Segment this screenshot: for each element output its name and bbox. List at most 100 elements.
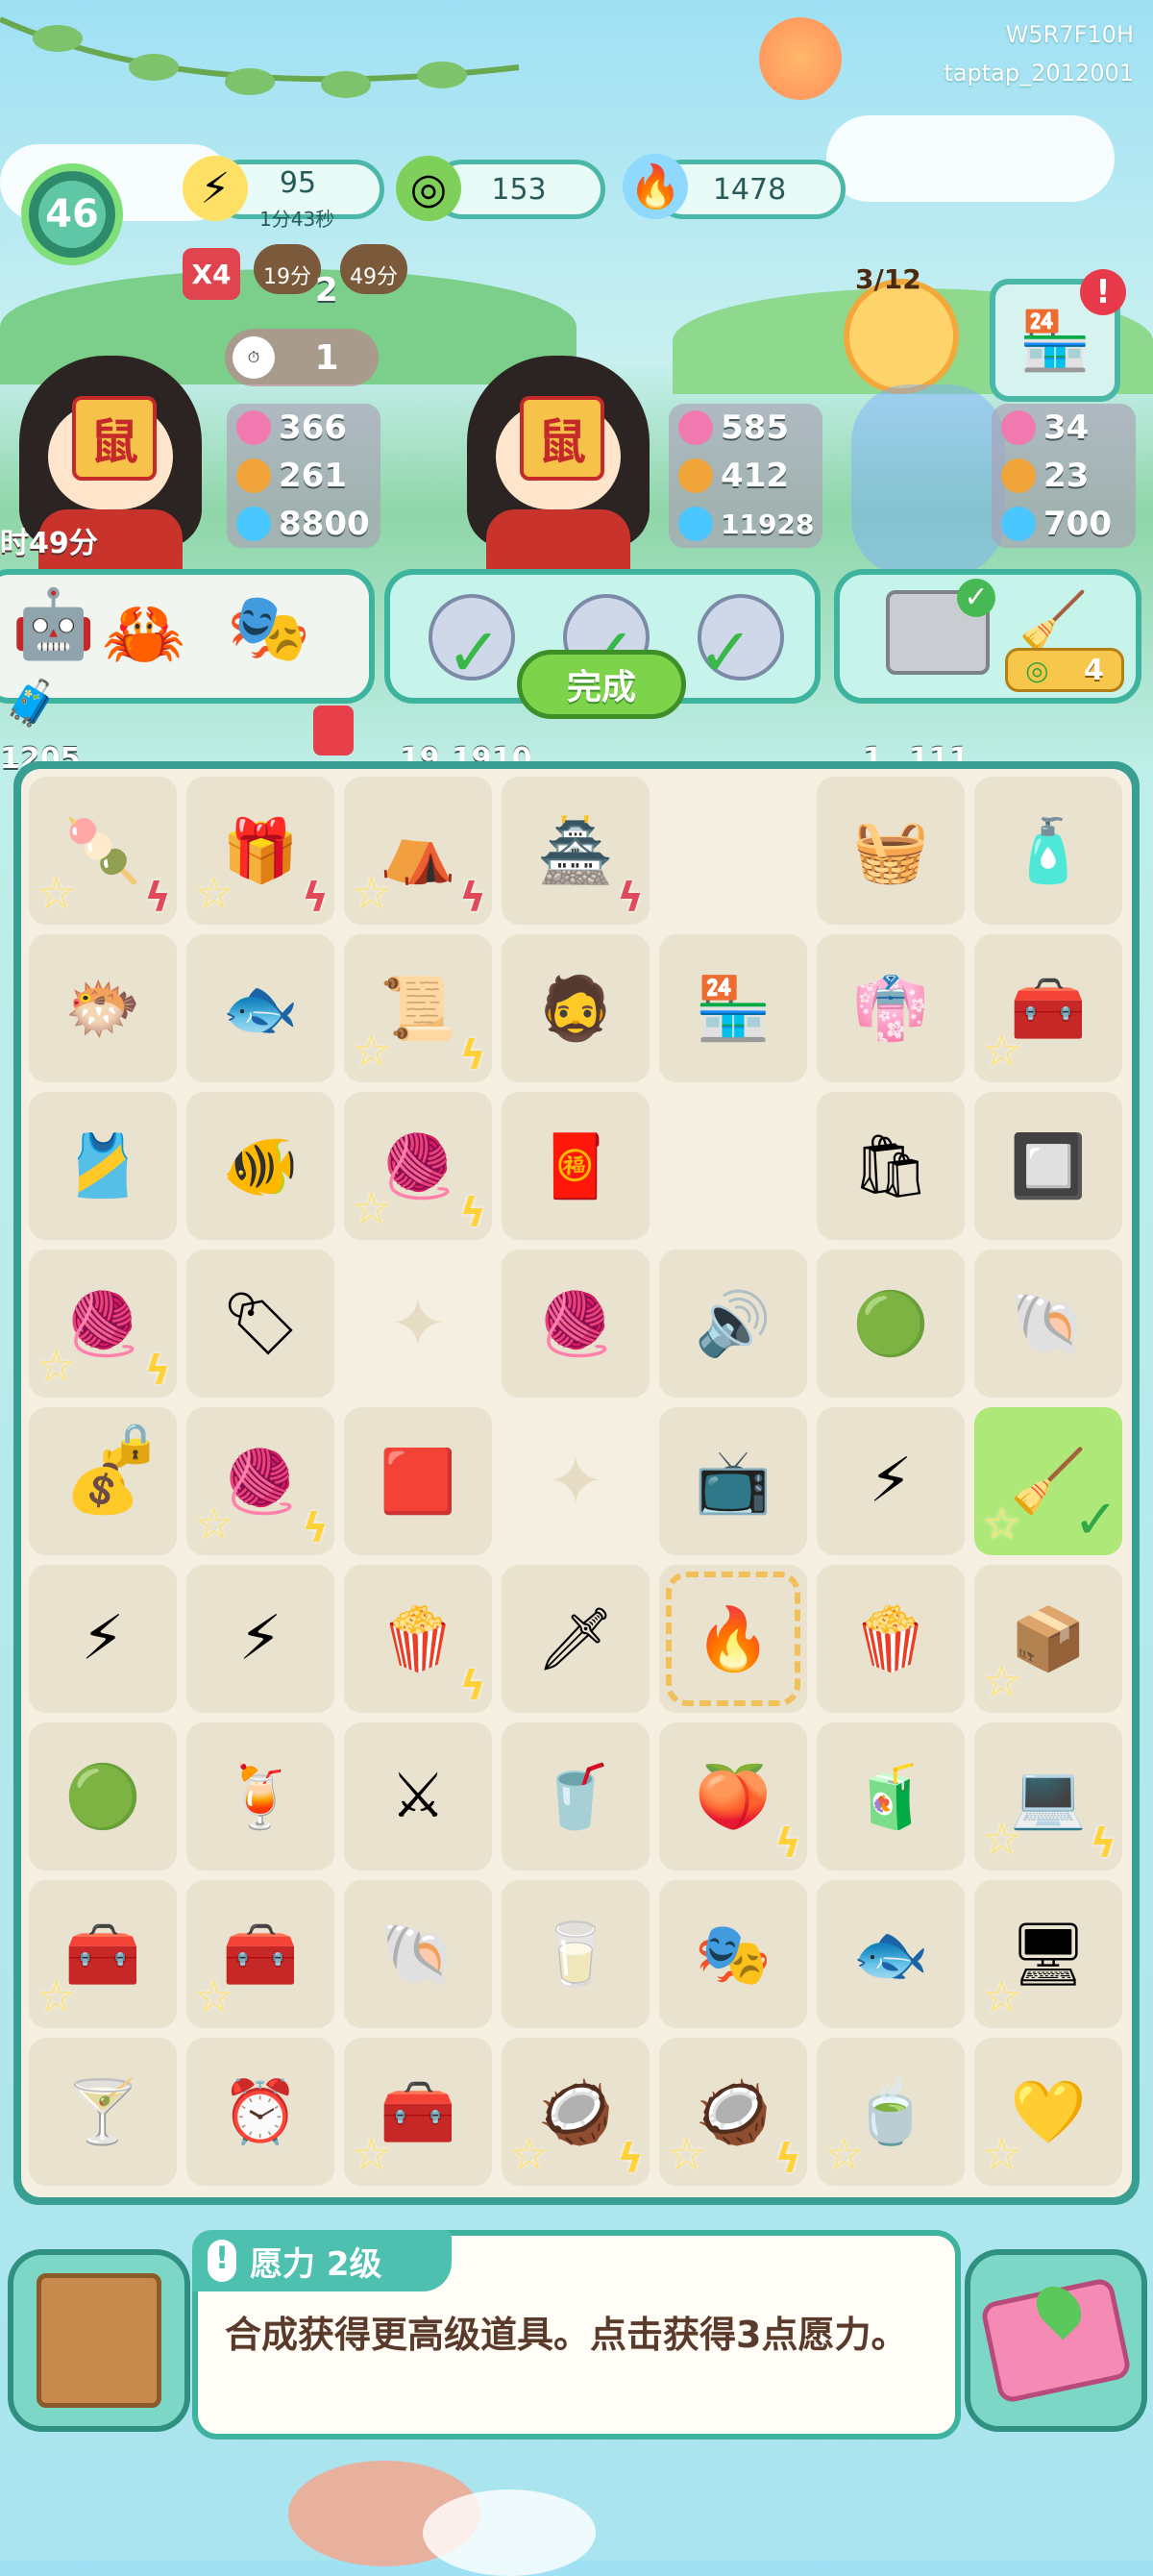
multiplier-badge[interactable]: X4 (183, 248, 240, 300)
board-cell[interactable]: 🥤 (502, 1722, 650, 1870)
board-cell[interactable]: 🧶 ☆ ϟ (186, 1407, 334, 1555)
board-cell[interactable]: 🟢 (817, 1250, 965, 1398)
boost-timer-a[interactable]: 19分 (254, 244, 321, 294)
board-cell[interactable]: 🐚 (974, 1250, 1122, 1398)
merge-item[interactable]: 🐚 (991, 1266, 1106, 1381)
merge-item[interactable]: 🍿 (833, 1581, 948, 1697)
merge-item[interactable]: 🧧 (518, 1108, 633, 1224)
merge-item[interactable]: 🧃 (833, 1739, 948, 1854)
board-cell[interactable]: 🍡 ☆ ϟ (29, 777, 177, 925)
board-cell[interactable]: 🧴 (974, 777, 1122, 925)
board-cell[interactable]: 💻 ☆ ϟ (974, 1722, 1122, 1870)
customer-2-portrait[interactable]: 鼠 (467, 356, 659, 577)
board-cell[interactable]: 🗡 (502, 1565, 650, 1713)
board-cell[interactable]: 🏷 (186, 1250, 334, 1398)
merge-item[interactable]: ⏰ (203, 2054, 318, 2169)
board-cell[interactable]: 🐟 (186, 934, 334, 1082)
board-cell[interactable]: 🏯 ϟ (502, 777, 650, 925)
map-button[interactable] (965, 2249, 1147, 2432)
merge-item[interactable]: 🐚 (360, 1896, 476, 2012)
level-badge[interactable]: 46 (21, 163, 123, 265)
board-cell[interactable]: 🥥 ☆ ϟ (502, 2038, 650, 2186)
merge-item[interactable]: 🧶 (518, 1266, 633, 1381)
board-cell-empty[interactable] (659, 777, 807, 925)
board-cell[interactable]: 🧰 ☆ (974, 934, 1122, 1082)
board-cell[interactable]: 🍹 (186, 1722, 334, 1870)
merge-item[interactable]: ⚔ (360, 1739, 476, 1854)
board-cell[interactable]: 🎁 ☆ ϟ (186, 777, 334, 925)
board-cell[interactable]: 🎭 (659, 1880, 807, 2028)
merge-item[interactable]: 👘 (833, 951, 948, 1066)
merge-item[interactable]: 🍸 (45, 2054, 160, 2169)
merge-item[interactable]: 🥤 (518, 1739, 633, 1854)
board-cell-empty[interactable]: ✦ (344, 1250, 492, 1398)
merge-item[interactable]: 🎭 (675, 1896, 791, 2012)
merge-item[interactable]: 🟢 (45, 1739, 160, 1854)
merge-item[interactable]: 🗡 (518, 1581, 633, 1697)
board-cell[interactable]: 👘 (817, 934, 965, 1082)
board-cell[interactable]: 🐟 (817, 1880, 965, 2028)
board-cell[interactable]: 🍿 (817, 1565, 965, 1713)
board-cell[interactable]: ⚡ (186, 1565, 334, 1713)
board-cell[interactable]: 🏪 (659, 934, 807, 1082)
merge-item[interactable]: 🟢 (833, 1266, 948, 1381)
board-cell[interactable]: 🧶 ☆ ϟ (344, 1092, 492, 1240)
board-cell[interactable]: ⚡ (817, 1407, 965, 1555)
order-card-right[interactable]: ✓ 🧹 ◎ 4 (834, 569, 1141, 704)
board-cell[interactable]: ⚔ (344, 1722, 492, 1870)
board-cell[interactable]: 🧶 ☆ ϟ (29, 1250, 177, 1398)
board-cell[interactable]: 🐡 (29, 934, 177, 1082)
board-cell[interactable]: 🍵 ☆ (817, 2038, 965, 2186)
merge-item[interactable]: 🐟 (203, 951, 318, 1066)
merge-item[interactable]: 🐟 (833, 1896, 948, 2012)
customer-3-ghost[interactable] (851, 384, 1005, 577)
board-cell[interactable]: ⏰ (186, 2038, 334, 2186)
merge-item[interactable]: ⚡ (45, 1581, 160, 1697)
board-cell[interactable]: 🍸 (29, 2038, 177, 2186)
board-cell[interactable]: ⚡ (29, 1565, 177, 1713)
board-cell[interactable]: 🥥 ☆ ϟ (659, 2038, 807, 2186)
complete-button[interactable]: 完成 (517, 650, 686, 719)
board-cell[interactable]: 📜 ☆ ϟ (344, 934, 492, 1082)
merge-item[interactable]: 🍑 (675, 1739, 791, 1854)
merge-item[interactable]: ⚡ (833, 1424, 948, 1539)
merge-item[interactable]: 🔲 (991, 1108, 1106, 1224)
merge-item[interactable]: 🧔 (518, 951, 633, 1066)
board-cell[interactable]: 🐚 (344, 1880, 492, 2028)
board-cell[interactable]: 🧺 (817, 777, 965, 925)
board-cell[interactable]: 🧃 (817, 1722, 965, 1870)
board-cell[interactable]: 📦 ☆ (974, 1565, 1122, 1713)
board-cell[interactable]: 🔥 (659, 1565, 807, 1713)
board-cell[interactable]: 🍑 ϟ (659, 1722, 807, 1870)
merge-item[interactable]: 🍹 (203, 1739, 318, 1854)
board-cell[interactable]: 🧔 (502, 934, 650, 1082)
board-cell[interactable]: 🧰 ☆ (186, 1880, 334, 2028)
board-cell[interactable]: 🍿 ϟ (344, 1565, 492, 1713)
board-cell[interactable]: 🥛 (502, 1880, 650, 2028)
merge-item[interactable]: 🏯 (518, 793, 633, 908)
merge-item[interactable]: 🔊 (675, 1266, 791, 1381)
board-cell[interactable]: 🔲 (974, 1092, 1122, 1240)
board-cell[interactable]: 💰 🔒 (29, 1407, 177, 1555)
board-cell-empty[interactable]: ✦ (502, 1407, 650, 1555)
merge-item[interactable]: 📺 (675, 1424, 791, 1539)
board-cell[interactable]: 🧹 ☆ ✓ (974, 1407, 1122, 1555)
board-cell[interactable]: 🟢 (29, 1722, 177, 1870)
board-cell[interactable]: 🧧 (502, 1092, 650, 1240)
merge-item[interactable]: 🐡 (45, 951, 160, 1066)
board-cell[interactable]: 🖥 ☆ (974, 1880, 1122, 2028)
merge-item[interactable]: 🎽 (45, 1108, 160, 1224)
board-cell[interactable]: 🐠 (186, 1092, 334, 1240)
merge-item[interactable]: ⚡ (203, 1581, 318, 1697)
board-cell[interactable]: 🔊 (659, 1250, 807, 1398)
board-cell[interactable]: 📺 (659, 1407, 807, 1555)
board-cell[interactable]: 🟥 (344, 1407, 492, 1555)
board-cell-empty[interactable] (659, 1092, 807, 1240)
board-cell[interactable]: 🎽 (29, 1092, 177, 1240)
merge-item[interactable]: 🟥 (360, 1424, 476, 1539)
board-cell[interactable]: 💛 ☆ (974, 2038, 1122, 2186)
board-cell[interactable]: 🧰 ☆ (344, 2038, 492, 2186)
board-cell[interactable]: 🧶 (502, 1250, 650, 1398)
event-avatar[interactable] (844, 279, 959, 394)
merge-item[interactable]: 🧺 (833, 793, 948, 908)
